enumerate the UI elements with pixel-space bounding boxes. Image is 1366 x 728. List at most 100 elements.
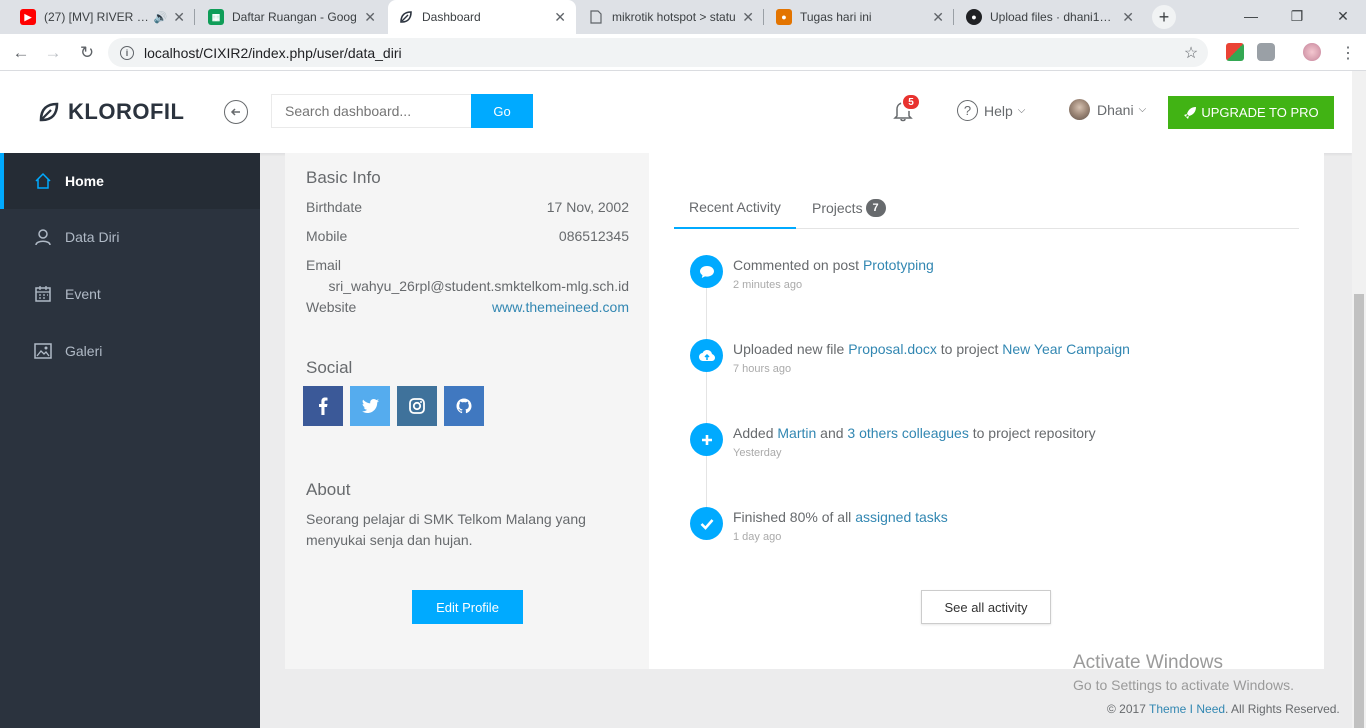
brand-logo[interactable]: KLOROFIL [38, 99, 184, 125]
sidebar-toggle-button[interactable] [224, 100, 248, 124]
website-row: Website www.themeineed.com [306, 299, 629, 315]
top-navbar: KLOROFIL Go 5 ? Help ⌵ Dhani ⌵ UPGRADE T… [0, 71, 1352, 153]
about-text-line: menyukai senja dan hujan. [306, 532, 473, 548]
home-icon [35, 172, 51, 189]
activity-link[interactable]: Martin [777, 425, 816, 441]
activity-time: 7 hours ago [733, 363, 792, 375]
browser-tab[interactable]: ● Upload files · dhani1711 ✕ [956, 0, 1144, 34]
footer-link[interactable]: Theme I Need [1149, 702, 1225, 716]
activity-link[interactable]: assigned tasks [855, 509, 948, 525]
rocket-icon [1184, 106, 1197, 119]
activity-link[interactable]: New Year Campaign [1002, 341, 1130, 357]
activity-time: 2 minutes ago [733, 279, 803, 291]
browser-tab-active[interactable]: Dashboard ✕ [388, 0, 576, 34]
basic-info-heading: Basic Info [306, 168, 381, 187]
speaker-icon[interactable]: 🔊 [154, 11, 168, 24]
leaf-icon [398, 9, 414, 25]
comment-icon [690, 255, 723, 288]
tab-projects[interactable]: Projects 7 [812, 199, 886, 217]
profile-panel: Basic Info Birthdate 17 Nov, 2002 Mobile… [285, 153, 1324, 669]
check-icon [690, 507, 723, 540]
close-tab-icon[interactable]: ✕ [932, 9, 944, 26]
activity-link[interactable]: 3 others colleagues [847, 425, 968, 441]
birthdate-row: Birthdate 17 Nov, 2002 [306, 199, 629, 215]
browser-tab[interactable]: ▶ (27) [MV] RIVER - JK 🔊 ✕ [10, 0, 195, 34]
footer-copyright: © 2017 Theme I Need. All Rights Reserved… [1107, 702, 1340, 716]
go-button[interactable]: Go [471, 94, 533, 128]
see-all-activity-button[interactable]: See all activity [921, 590, 1051, 624]
question-circle-icon: ? [957, 100, 978, 121]
avatar [1069, 99, 1090, 120]
sidebar-item-data-diri[interactable]: Data Diri [0, 209, 260, 265]
scrollbar-thumb[interactable] [1354, 294, 1364, 728]
activity-text: Commented on post Prototyping [733, 257, 934, 273]
close-tab-icon[interactable]: ✕ [1122, 9, 1134, 26]
page-scrollbar[interactable] [1352, 71, 1366, 728]
sheets-icon: ▦ [208, 9, 224, 25]
activity-text: Uploaded new file Proposal.docx to proje… [733, 341, 1130, 357]
browser-tab[interactable]: ▦ Daftar Ruangan - Goog ✕ [198, 0, 386, 34]
notification-badge: 5 [901, 93, 921, 111]
page-icon [588, 9, 604, 25]
about-heading: About [306, 480, 351, 499]
browser-tab-bar: ▶ (27) [MV] RIVER - JK 🔊 ✕ ▦ Daftar Ruan… [0, 0, 1366, 34]
translate-extension-icon[interactable] [1226, 43, 1244, 61]
activity-text: Finished 80% of all assigned tasks [733, 509, 948, 525]
sidebar-item-home[interactable]: Home [0, 153, 260, 209]
sidebar-item-event[interactable]: Event [0, 266, 260, 322]
sidebar: Home Data Diri Event Galeri [0, 153, 260, 728]
profile-detail: Basic Info Birthdate 17 Nov, 2002 Mobile… [285, 153, 649, 669]
facebook-button[interactable] [303, 386, 343, 426]
new-tab-button[interactable]: + [1152, 5, 1176, 29]
twitter-button[interactable] [350, 386, 390, 426]
edit-profile-button[interactable]: Edit Profile [412, 590, 523, 624]
email-label: Email [306, 257, 342, 273]
help-menu[interactable]: ? Help ⌵ [957, 100, 1025, 121]
activity-link[interactable]: Prototyping [863, 257, 934, 273]
address-bar-row: ← → ↻ i localhost/CIXIR2/index.php/user/… [0, 34, 1366, 71]
bookmark-star-icon[interactable]: ☆ [1179, 41, 1203, 65]
image-icon [34, 343, 52, 359]
activity-time: 1 day ago [733, 531, 782, 543]
website-link[interactable]: www.themeineed.com [492, 299, 629, 315]
instagram-button[interactable] [397, 386, 437, 426]
close-tab-icon[interactable]: ✕ [554, 9, 566, 26]
info-icon[interactable]: i [120, 45, 134, 60]
plus-icon [690, 423, 723, 456]
email-value: sri_wahyu_26rpl@student.smktelkom-mlg.sc… [328, 278, 629, 294]
browser-tab[interactable]: ● Tugas hari ini ✕ [766, 0, 954, 34]
activity-link[interactable]: Proposal.docx [848, 341, 937, 357]
tab-recent-activity[interactable]: Recent Activity [674, 199, 796, 229]
search-input[interactable] [271, 94, 471, 128]
back-arrow-icon[interactable]: ← [9, 41, 33, 65]
close-tab-icon[interactable]: ✕ [173, 9, 185, 26]
restore-button[interactable]: ❐ [1274, 0, 1320, 32]
classroom-icon: ● [776, 9, 792, 25]
timeline-line [706, 271, 707, 531]
close-tab-icon[interactable]: ✕ [742, 9, 754, 26]
browser-tab[interactable]: mikrotik hotspot > statu ✕ [578, 0, 764, 34]
cloud-upload-icon [690, 339, 723, 372]
social-heading: Social [306, 358, 353, 377]
projects-count-badge: 7 [865, 199, 886, 217]
youtube-icon: ▶ [20, 9, 36, 25]
arrow-left-circle-icon [230, 108, 240, 116]
close-window-button[interactable]: ✕ [1320, 0, 1366, 32]
activity-text: Added Martin and 3 others colleagues to … [733, 425, 1096, 441]
about-text-line: Seorang pelajar di SMK Telkom Malang yan… [306, 511, 586, 527]
sidebar-item-galeri[interactable]: Galeri [0, 323, 260, 379]
forward-arrow-icon[interactable]: → [41, 41, 65, 65]
minimize-button[interactable]: — [1228, 0, 1274, 32]
instagram-icon [409, 398, 425, 414]
close-tab-icon[interactable]: ✕ [364, 9, 376, 26]
camera-extension-icon[interactable] [1257, 43, 1275, 61]
profile-avatar-icon[interactable] [1303, 43, 1321, 61]
reload-icon[interactable]: ↻ [75, 41, 99, 65]
url-field[interactable]: i localhost/CIXIR2/index.php/user/data_d… [108, 38, 1208, 67]
menu-dots-icon[interactable]: ⋮ [1336, 41, 1360, 65]
upgrade-button[interactable]: UPGRADE TO PRO [1168, 96, 1334, 129]
github-button[interactable] [444, 386, 484, 426]
user-menu[interactable]: Dhani ⌵ [1069, 99, 1146, 120]
activity-time: Yesterday [733, 447, 782, 459]
windows-activation-watermark: Activate Windows Go to Settings to activ… [1073, 652, 1294, 693]
